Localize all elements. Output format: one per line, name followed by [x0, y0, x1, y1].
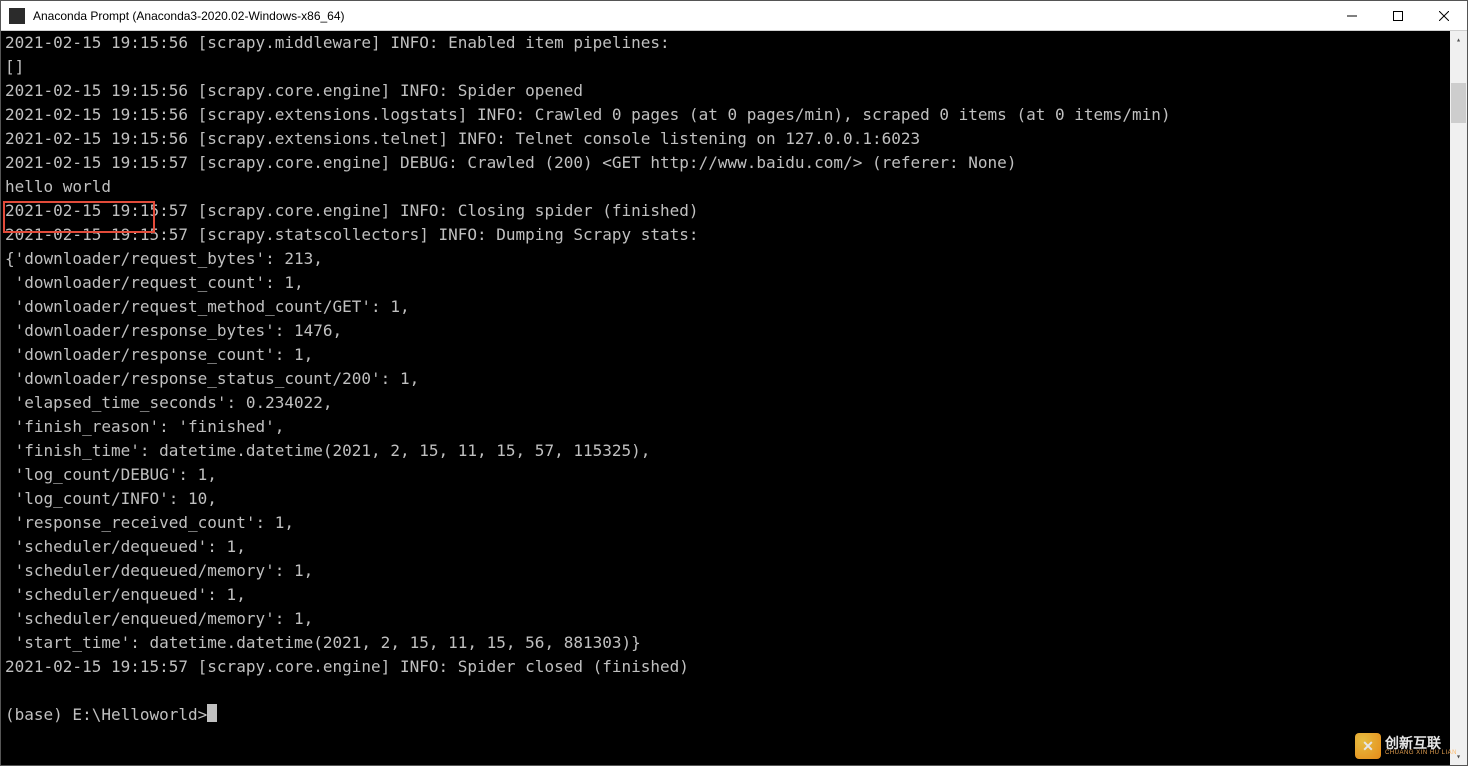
- app-icon: [9, 8, 25, 24]
- window-title: Anaconda Prompt (Anaconda3-2020.02-Windo…: [33, 9, 1329, 23]
- terminal-area: 2021-02-15 19:15:56 [scrapy.middleware] …: [1, 31, 1467, 765]
- scroll-down-button[interactable]: ▾: [1450, 748, 1467, 765]
- titlebar[interactable]: Anaconda Prompt (Anaconda3-2020.02-Windo…: [1, 1, 1467, 31]
- app-window: Anaconda Prompt (Anaconda3-2020.02-Windo…: [0, 0, 1468, 766]
- scrollbar-thumb[interactable]: [1451, 83, 1466, 123]
- window-controls: [1329, 1, 1467, 30]
- terminal-output[interactable]: 2021-02-15 19:15:56 [scrapy.middleware] …: [1, 31, 1450, 765]
- minimize-button[interactable]: [1329, 1, 1375, 30]
- scrollbar-track[interactable]: [1450, 48, 1467, 748]
- cursor: [207, 704, 217, 722]
- close-icon: [1439, 11, 1449, 21]
- vertical-scrollbar[interactable]: ▴ ▾: [1450, 31, 1467, 765]
- maximize-icon: [1393, 11, 1403, 21]
- scroll-up-button[interactable]: ▴: [1450, 31, 1467, 48]
- close-button[interactable]: [1421, 1, 1467, 30]
- minimize-icon: [1347, 11, 1357, 21]
- maximize-button[interactable]: [1375, 1, 1421, 30]
